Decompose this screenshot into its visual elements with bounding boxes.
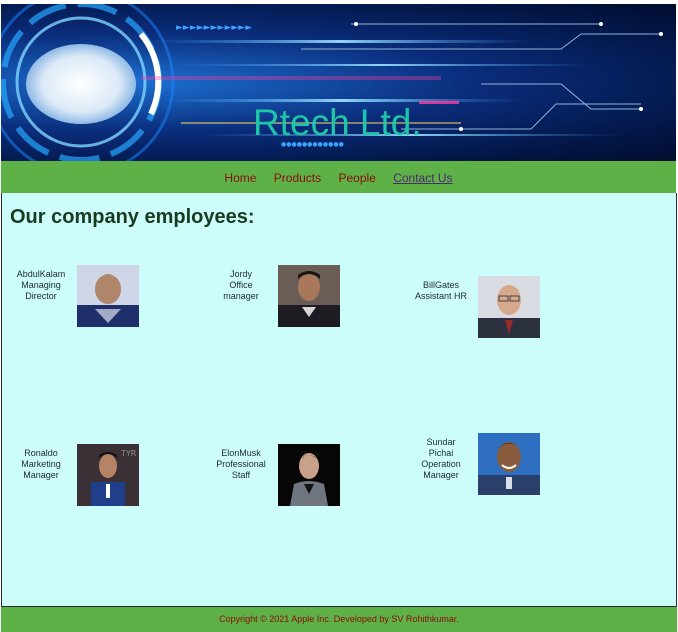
employee-photo [478,276,540,338]
employee-photo [278,265,340,327]
employee-caption: Jordy Office manager [223,269,259,301]
copyright-text: Copyright © 2021 Apple Inc. Developed by… [219,614,459,624]
nav-people-link[interactable]: People [338,171,375,185]
nav-bar: Home Products People Contact Us [1,161,676,193]
employee-caption: ElonMusk Professional Staff [216,448,266,480]
nav-home-link[interactable]: Home [224,171,256,185]
employee-caption: BillGates Assistant HR [414,280,467,301]
header-banner: ►►►►►►►►►►► ●●●●●●●●●●●● Rtech Ltd. [1,4,676,161]
employee-caption: AbdulKalam Managing Director [16,269,66,301]
employee-photo [278,444,340,506]
page: ►►►►►►►►►►► ●●●●●●●●●●●● Rtech Ltd. Home… [0,0,678,632]
employee-photo: TYR [77,444,139,506]
brand-title: Rtech Ltd. [253,102,422,143]
page-heading: Our company employees: [10,206,255,228]
footer: Copyright © 2021 Apple Inc. Developed by… [1,607,677,632]
svg-text:TYR: TYR [120,449,137,458]
employee-caption: Ronaldo Marketing Manager [21,448,61,480]
svg-text:►►►►►►►►►►►: ►►►►►►►►►►► [176,23,252,33]
employee-photo [478,433,540,495]
employee-caption: Sundar Pichai Operation Manager [421,437,461,480]
nav-links: Home Products People Contact Us [1,171,676,185]
nav-products-link[interactable]: Products [274,171,321,185]
employee-photo [77,265,139,327]
nav-contact-us-link[interactable]: Contact Us [393,171,452,185]
main-content: Our company employees: AbdulKalam Managi… [1,193,677,607]
